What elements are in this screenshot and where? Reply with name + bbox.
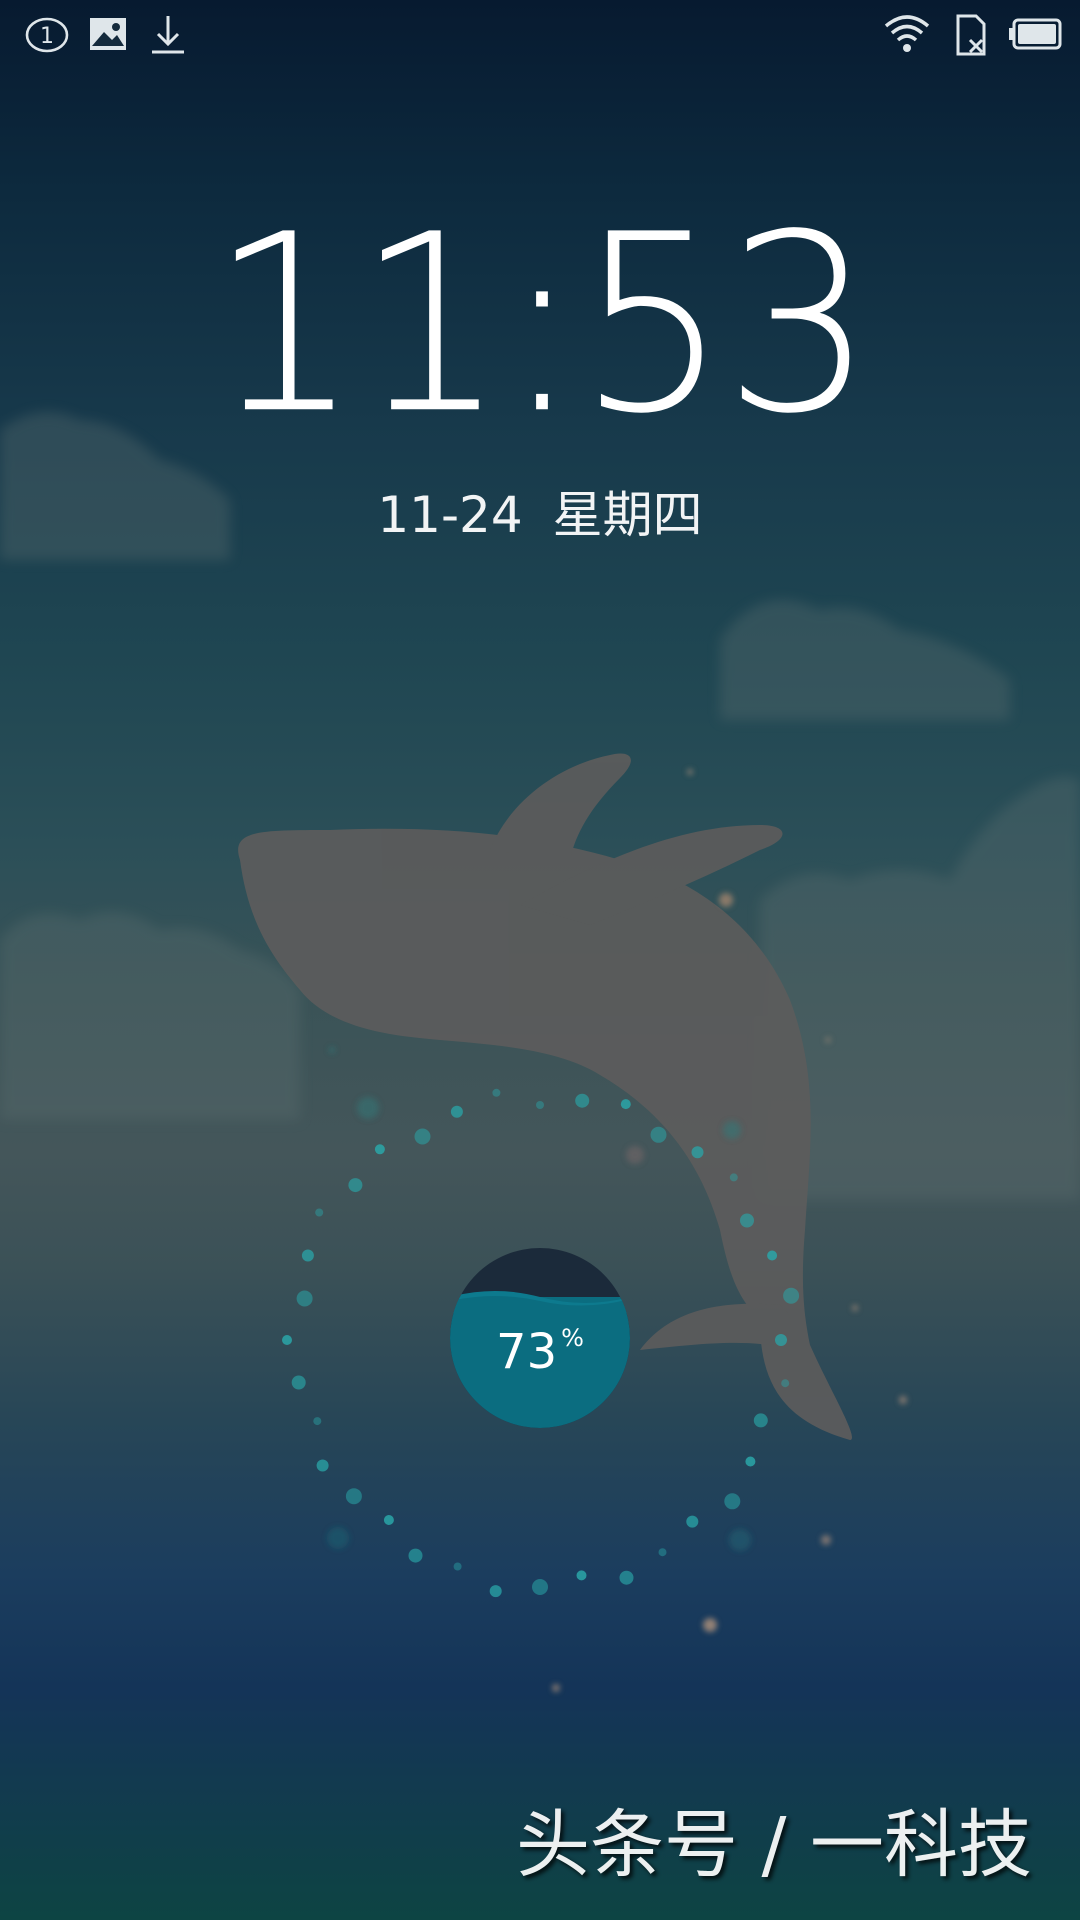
download-icon [152, 16, 184, 54]
image-icon [90, 18, 126, 50]
ring-dot [724, 1493, 741, 1510]
ring-dot [729, 1173, 738, 1182]
ring-dot [575, 1093, 590, 1108]
clock-time: 11:53 [209, 181, 874, 468]
ring-dot [775, 1334, 787, 1346]
battery-icon [1009, 18, 1062, 50]
ring-dot [345, 1488, 362, 1505]
ring-dot [313, 1417, 322, 1426]
watermark-text: 头条号 / 一科技 [516, 1802, 1032, 1888]
status-bar: 1 [0, 0, 1080, 64]
battery-wave [450, 1290, 630, 1313]
date-text: 11-24 [377, 486, 523, 544]
ring-dot [620, 1099, 631, 1110]
ring-dot [532, 1579, 548, 1595]
ring-dot [414, 1128, 431, 1145]
notification-count-icon: 1 [25, 17, 69, 53]
ring-dot [619, 1570, 634, 1585]
battery-value: 73 [496, 1324, 558, 1380]
ring-dot [492, 1088, 501, 1097]
ring-dot [348, 1178, 363, 1193]
ring-dot [453, 1562, 462, 1571]
battery-unit: % [561, 1324, 584, 1352]
ring-dot [316, 1459, 329, 1472]
ring-dot [753, 1413, 768, 1428]
ring-dot [374, 1144, 385, 1155]
ring-dot [783, 1287, 800, 1304]
notification-count: 1 [40, 24, 54, 49]
ring-dot [408, 1548, 423, 1563]
battery-percent: 73% [450, 1310, 630, 1380]
ring-dot [489, 1585, 502, 1598]
lockscreen-clock: 11:53 [0, 194, 1080, 454]
ring-dot [315, 1208, 324, 1217]
lockscreen-date: 11-24 星期四 [0, 480, 1080, 550]
wifi-icon [884, 15, 930, 52]
ring-dot [650, 1126, 667, 1143]
ring-dot [576, 1570, 587, 1581]
weekday-text: 星期四 [552, 486, 703, 544]
ring-dot [536, 1101, 544, 1109]
ring-dot [282, 1335, 292, 1345]
ring-dot [296, 1290, 313, 1307]
ring-dot [745, 1456, 756, 1467]
ring-dot [781, 1379, 790, 1388]
no-sim-icon [956, 14, 986, 56]
ring-dot [686, 1515, 699, 1528]
battery-level-orb: 73% [450, 1248, 630, 1428]
ring-dot [767, 1250, 778, 1261]
ring-dot [301, 1249, 314, 1262]
ring-dot [658, 1548, 667, 1557]
ring-dot [291, 1375, 306, 1390]
ring-dot [740, 1213, 754, 1228]
ring-dot [691, 1146, 704, 1159]
ring-dot [383, 1515, 394, 1525]
ring-dot [450, 1105, 463, 1118]
